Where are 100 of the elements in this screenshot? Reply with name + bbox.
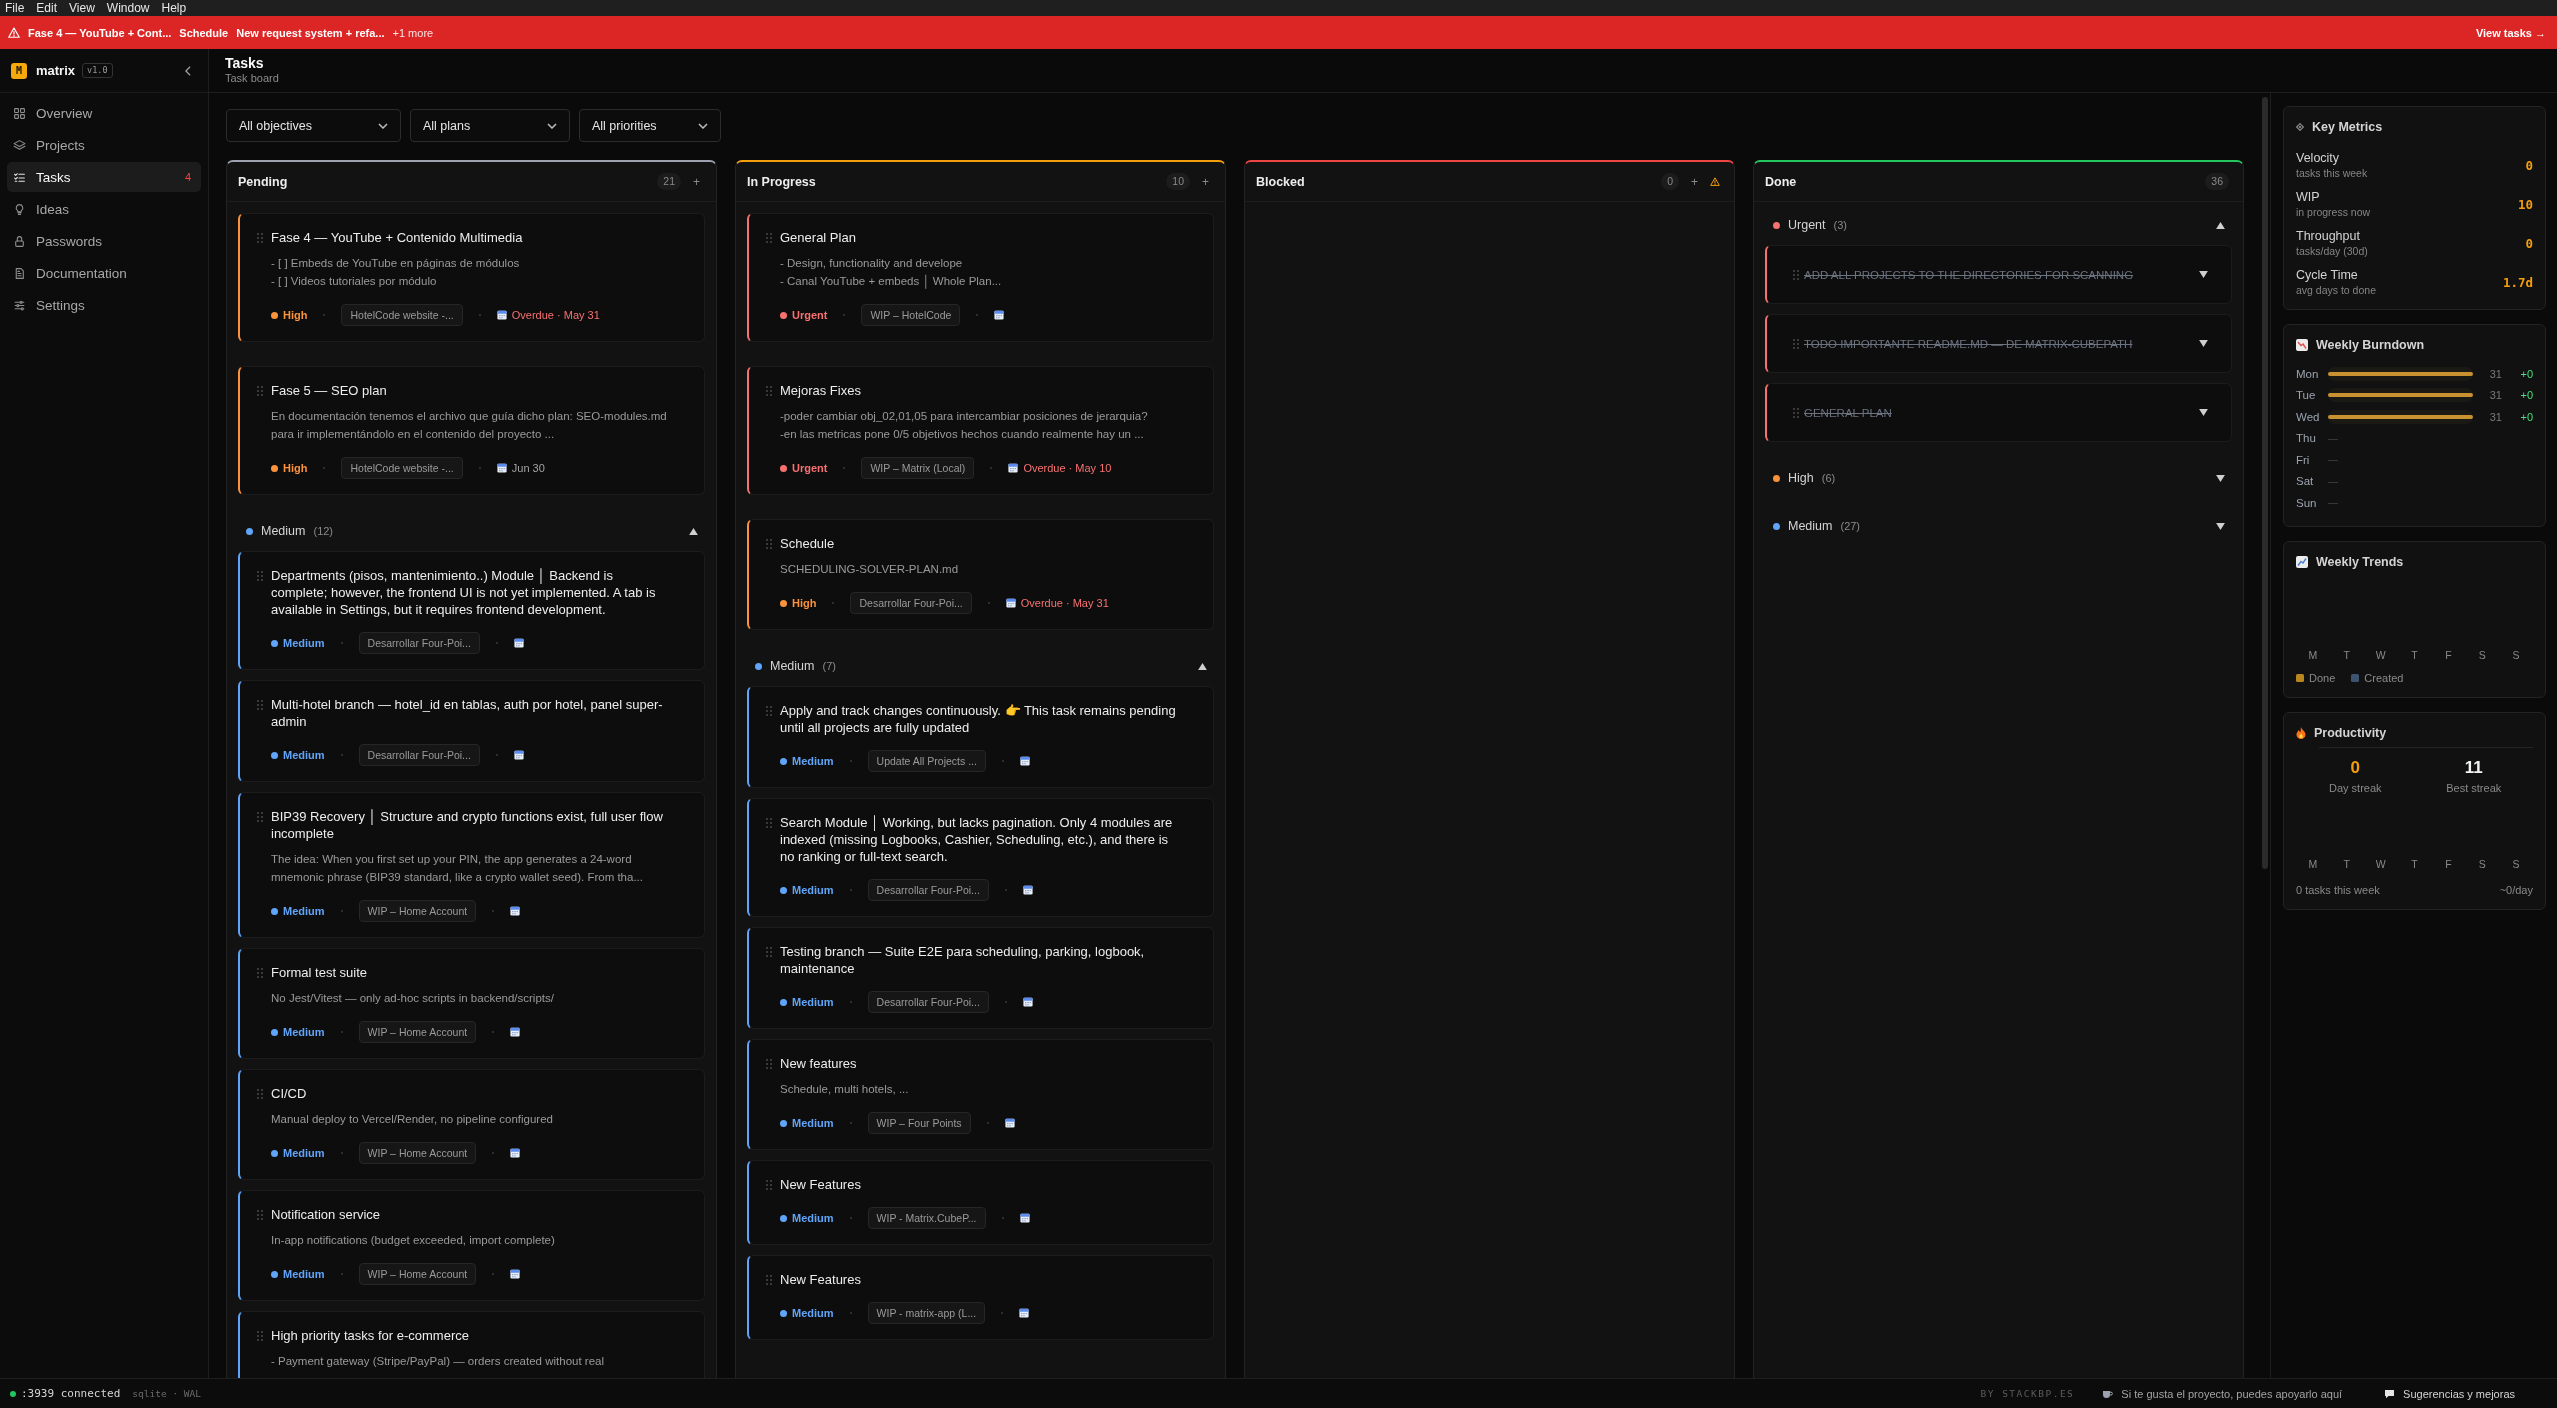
filter-dropdown[interactable]: All plans [410,109,570,142]
sidebar-item[interactable]: Tasks 4 [7,162,201,192]
add-task-button[interactable]: + [1689,174,1700,189]
caret-icon[interactable] [1198,662,1207,670]
caret-icon[interactable] [2216,522,2225,530]
chat-bubble-icon [2384,1388,2396,1399]
project-tag: Desarrollar Four-Poi... [867,879,989,901]
calendar-icon [513,638,524,648]
sidebar-item[interactable]: Documentation [7,258,201,288]
sidebar-item[interactable]: Settings [7,290,201,320]
task-card[interactable]: CI/CD Manual deploy to Vercel/Render, no pipeline configured Medium WIP – Home Account [238,1069,705,1180]
task-count: 36 [2205,173,2229,190]
grip-icon [1793,269,1799,280]
task-card[interactable]: Schedule SCHEDULING-SOLVER-PLAN.md High Desarrollar Four-Poi... Overdue · May 31 [747,519,1214,630]
project-tag: Desarrollar Four-Poi... [850,592,972,614]
filter-dropdown[interactable]: All objectives [226,109,401,142]
task-card[interactable]: New Features Medium WIP - matrix-app (L... [747,1255,1214,1340]
lock-icon [13,234,26,248]
add-task-button[interactable]: + [691,174,702,189]
menu-item[interactable]: Edit [36,0,58,16]
task-card[interactable]: Notification service In-app notifications (budget exceeded, import complete) Medium WIP – Home Account [238,1190,705,1301]
scrollbar[interactable] [2262,97,2268,869]
empty-marker: — [2328,497,2338,509]
task-description: - [ ] Embeds de YouTube en páginas de módulos - [ ] Videos tutoriales por módulo [271,256,521,289]
caret-icon[interactable] [2216,474,2225,482]
task-card[interactable]: Testing branch — Suite E2E para scheduling, parking, logbook, maintenance Medium Desarrollar Four-Poi... [747,927,1214,1029]
priority-label: Medium [283,637,325,649]
priority-label: High [283,309,308,321]
task-card[interactable] [238,792,705,938]
group-count: (7) [822,660,836,672]
calendar-icon [1005,598,1016,608]
day-label: M [2307,647,2319,662]
grip-icon [766,386,772,396]
sidebar-item[interactable]: Overview [7,98,201,128]
task-card[interactable]: General Plan - Design, functionality and develope - Canal YouTube + embeds │ Whole Plan... Urgent WIP – HotelCode [747,213,1214,342]
day-label: Tue [2296,389,2317,402]
sidebar-item[interactable]: Projects [7,130,201,160]
task-description: The idea: When you first set up your PIN, the app generates a 24-word mnemonic phrase (BIP39 standard, like a crypto wallet seed). From tha... [271,852,644,885]
column-title: Done [1765,174,1797,189]
task-title: General Plan [780,229,857,246]
task-card[interactable]: Fase 4 — YouTube + Contenido Multimedia - [ ] Embeds de YouTube en páginas de módulos - [ ] Videos tutoriales por módulo High HotelCode website -... Overdue · May 31 [238,213,705,342]
chevron-left-icon[interactable] [184,65,192,76]
menu-item[interactable]: Window [106,0,150,16]
task-card[interactable]: New features Schedule, multi hotels, ... Medium WIP – Four Points [747,1039,1214,1150]
task-title: Fase 4 — YouTube + Contenido Multimedia [271,229,524,246]
task-card[interactable]: New Features Medium WIP - Matrix.CubeP... [747,1160,1214,1245]
remaining-count: 31 [2488,410,2502,423]
priority-label: Medium [792,1212,834,1224]
project-tag: HotelCode website -... [341,457,463,479]
day-label: S [2477,647,2487,662]
change-value: +0 [2519,367,2533,380]
task-count: 4 [184,171,191,183]
done-task-card[interactable]: ADD ALL PROJECTS TO THE DIRECTORIES FOR SCANNING [1765,245,2232,304]
chevron-down-icon [378,122,388,129]
task-card[interactable]: Search Module │ Working, but lacks pagination. Only 4 modules are indexed (missing Logbooks, Cashier, Scheduling, etc.), and there is no ranking or full-text search. Medium Desarrollar Four-Poi... [747,798,1214,917]
sidebar-item[interactable]: Passwords [7,226,201,256]
group-count: (3) [1833,219,1847,231]
feedback-link[interactable]: Sugerencias y mejoras [2384,1387,2515,1400]
metric-caption: tasks this week [2296,166,2368,180]
sidebar-item[interactable]: Ideas [7,194,201,224]
caret-icon[interactable] [689,527,698,535]
task-card[interactable]: Multi-hotel branch — hotel_id en tablas, auth por hotel, panel super-admin Medium Desarrollar Four-Poi... [238,680,705,782]
caret-icon[interactable] [2199,409,2208,416]
support-link[interactable]: Si te gusta el proyecto, puedes apoyarlo aquí [2102,1387,2343,1400]
task-title: Formal test suite [271,964,369,981]
change-value: +0 [2519,410,2533,423]
done-task-card[interactable]: TODO IMPORTANTE README.MD — DE MATRIX-CUBEPATH [1765,314,2232,373]
project-tag: WIP - matrix-app (L... [867,1302,986,1324]
day-label: Sat [2296,475,2315,488]
app-logo: M [11,62,27,79]
empty-marker: — [2328,475,2338,487]
task-card[interactable]: Fase 5 — SEO plan En documentación tenemos el archivo que guía dicho plan: SEO-modules.md para ir implementándolo en el contenido del proyecto ... High HotelCode website -... Jun 30 [238,366,705,495]
caret-icon[interactable] [2216,221,2225,229]
priority-label: Medium [283,749,325,761]
filter-dropdown[interactable]: All priorities [579,109,721,142]
task-card[interactable] [238,551,705,670]
task-card[interactable]: Formal test suite No Jest/Vitest — only ad-hoc scripts in backend/scripts/ Medium WIP – Home Account [238,948,705,1059]
remaining-count: 31 [2488,367,2502,380]
group-label: High [1788,471,1814,485]
menu-item[interactable]: Help [161,0,187,16]
menu-item[interactable]: View [69,0,95,16]
metric-caption: tasks/day (30d) [2296,244,2368,258]
priority-label: Medium [283,905,325,917]
caret-icon[interactable] [2199,340,2208,347]
caret-icon[interactable] [2199,271,2208,278]
chart-up-icon [2296,555,2308,568]
task-card[interactable]: High priority tasks for e-commerce - Payment gateway (Stripe/PayPal) — orders created without real [238,1311,705,1378]
sliders-icon [13,298,26,312]
view-tasks-link[interactable]: View tasks → [2475,26,2546,39]
menu-item[interactable]: File [5,0,25,16]
lightbulb-icon [13,202,26,216]
task-title: Mejoras Fixes [780,382,862,399]
panel-title: Weekly Trends [2316,554,2404,569]
task-description: - Design, functionality and develope - Canal YouTube + embeds │ Whole Plan... [780,256,1003,290]
task-card[interactable]: Mejoras Fixes -poder cambiar obj_02,01,05 para intercambiar posiciones de jerarquia? -en las metricas pone 0/5 objetivos hechos cuando realmente hay un ... Urgent WIP – Matrix (Local) Overdue · May 10 [747,366,1214,495]
add-task-button[interactable]: + [1200,174,1211,189]
task-card[interactable]: Apply and track changes continuously. 👉 This task remains pending until all projects are fully updated Medium Update All Projects ... [747,686,1214,788]
group-label: Urgent [1788,218,1826,232]
done-task-card[interactable]: GENERAL PLAN [1765,383,2232,442]
task-title: GENERAL PLAN [1804,406,1892,419]
